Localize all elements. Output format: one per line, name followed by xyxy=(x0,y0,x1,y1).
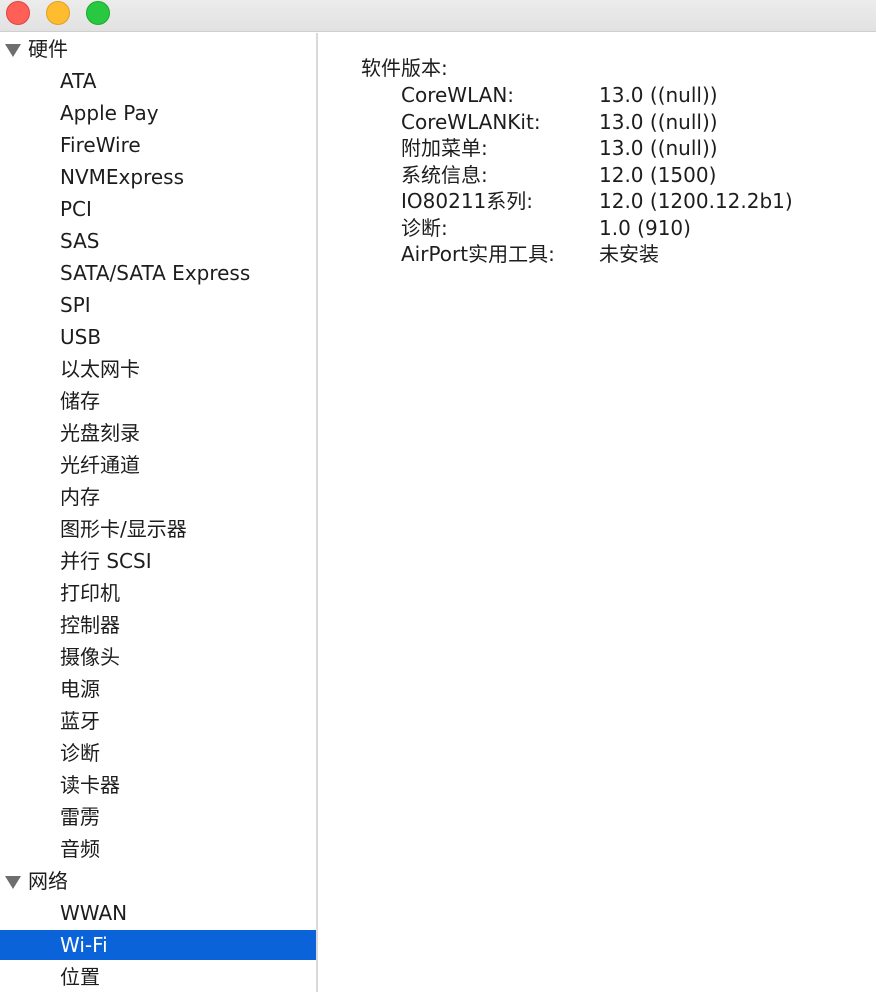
sidebar-item-label: NVMExpress xyxy=(60,165,184,189)
section-title: 软件版本: xyxy=(361,56,448,80)
sidebar-item[interactable]: 电源 xyxy=(0,674,316,704)
sidebar-item-label: SPI xyxy=(60,293,91,317)
info-key: 诊断: xyxy=(401,215,448,240)
info-value: 13.0 ((null)) xyxy=(599,109,718,134)
sidebar-item[interactable]: Wi-Fi xyxy=(0,930,316,960)
sidebar-item[interactable]: 打印机 xyxy=(0,578,316,608)
info-row: 系统信息: 12.0 (1500) xyxy=(401,162,871,188)
sidebar-item[interactable]: WWAN xyxy=(0,898,316,928)
sidebar-item-label: 以太网卡 xyxy=(60,357,140,381)
close-window-button[interactable] xyxy=(6,1,30,25)
sidebar-item[interactable]: 读卡器 xyxy=(0,770,316,800)
sidebar-item[interactable]: FireWire xyxy=(0,130,316,160)
zoom-window-button[interactable] xyxy=(86,1,110,25)
detail-pane: 软件版本: CoreWLAN: 13.0 ((null)) CoreWLANKit:… xyxy=(318,33,876,992)
sidebar-item-label: FireWire xyxy=(60,133,141,157)
sidebar-item[interactable]: NVMExpress xyxy=(0,162,316,192)
sidebar-item-label: PCI xyxy=(60,197,92,221)
sidebar-item-label: 打印机 xyxy=(60,581,120,605)
info-key: CoreWLANKit: xyxy=(401,109,541,134)
sidebar-item-label: 光盘刻录 xyxy=(60,421,140,445)
sidebar-item-label: 电源 xyxy=(60,677,100,701)
disclosure-triangle-icon[interactable] xyxy=(5,44,21,57)
sidebar-item-label: 位置 xyxy=(60,965,100,989)
window-titlebar xyxy=(0,0,876,32)
sidebar-item-label: WWAN xyxy=(60,901,128,925)
sidebar-item-label: 储存 xyxy=(60,389,100,413)
sidebar-item-label: 雷雳 xyxy=(60,805,100,829)
info-value: 13.0 ((null)) xyxy=(599,136,718,160)
info-key: 系统信息: xyxy=(401,162,488,187)
info-key: IO80211系列: xyxy=(401,189,534,213)
sidebar-item-label: 音频 xyxy=(60,837,100,861)
sidebar-item-label: 并行 SCSI xyxy=(60,549,152,573)
sidebar-item-label: SATA/SATA Express xyxy=(60,261,251,285)
info-value: 1.0 (910) xyxy=(599,215,691,240)
sidebar-item[interactable]: SATA/SATA Express xyxy=(0,258,316,288)
sidebar-item[interactable]: USB xyxy=(0,322,316,352)
info-row: 附加菜单: 13.0 ((null)) xyxy=(401,135,871,161)
sidebar-item[interactable]: 储存 xyxy=(0,386,316,416)
info-row: CoreWLAN: 13.0 ((null)) xyxy=(401,82,871,108)
sidebar-item[interactable]: Apple Pay xyxy=(0,98,316,128)
sidebar-item-label: 诊断 xyxy=(60,741,100,765)
info-row: CoreWLANKit: 13.0 ((null)) xyxy=(401,109,871,135)
sidebar-item-label: 内存 xyxy=(60,485,100,509)
sidebar-item[interactable]: 并行 SCSI xyxy=(0,546,316,576)
sidebar-item[interactable]: 位置 xyxy=(0,962,316,992)
sidebar-item[interactable]: 内存 xyxy=(0,482,316,512)
sidebar-item[interactable]: SAS xyxy=(0,226,316,256)
sidebar-item-label: 读卡器 xyxy=(60,773,120,797)
sidebar-item[interactable]: PCI xyxy=(0,194,316,224)
info-key: CoreWLAN: xyxy=(401,83,515,107)
sidebar-item-label: 蓝牙 xyxy=(60,709,100,733)
info-value: 12.0 (1200.12.2b1) xyxy=(599,189,793,213)
minimize-window-button[interactable] xyxy=(46,1,70,25)
info-row: IO80211系列: 12.0 (1200.12.2b1) xyxy=(401,188,871,214)
sidebar-item[interactable]: 诊断 xyxy=(0,738,316,768)
disclosure-triangle-icon[interactable] xyxy=(5,876,21,889)
info-row: AirPort实用工具: 未安装 xyxy=(401,241,871,267)
sidebar-item[interactable]: 控制器 xyxy=(0,610,316,640)
sidebar-item-label: 图形卡/显示器 xyxy=(60,517,187,541)
sidebar-item-label: ATA xyxy=(60,69,97,93)
sidebar-item[interactable]: 摄像头 xyxy=(0,642,316,672)
sidebar-item[interactable]: 蓝牙 xyxy=(0,706,316,736)
sidebar-item-label: SAS xyxy=(60,229,100,253)
info-value: 12.0 (1500) xyxy=(599,162,717,187)
sidebar-item[interactable]: 光纤通道 xyxy=(0,450,316,480)
sidebar-group-label: 网络 xyxy=(28,869,68,893)
info-key: 附加菜单: xyxy=(401,136,488,160)
sidebar-item[interactable]: 光盘刻录 xyxy=(0,418,316,448)
sidebar-group-label: 硬件 xyxy=(28,37,68,61)
sidebar-item[interactable]: 图形卡/显示器 xyxy=(0,514,316,544)
sidebar-tree: 硬件 ATA Apple Pay FireWire NVMExpress PCI SAS SA… xyxy=(0,33,316,992)
sidebar-item[interactable]: SPI xyxy=(0,290,316,320)
sidebar-item[interactable]: 雷雳 xyxy=(0,802,316,832)
info-row: 诊断: 1.0 (910) xyxy=(401,215,871,241)
info-key: AirPort实用工具: xyxy=(401,242,555,266)
sidebar-group[interactable]: 网络 xyxy=(0,866,316,896)
sidebar-item-label: Wi-Fi xyxy=(60,933,108,957)
info-value: 未安装 xyxy=(599,242,659,266)
sidebar-item-label: Apple Pay xyxy=(60,101,159,125)
info-value: 13.0 ((null)) xyxy=(599,83,718,107)
sidebar-item[interactable]: 音频 xyxy=(0,834,316,864)
sidebar-item[interactable]: ATA xyxy=(0,66,316,96)
sidebar-group[interactable]: 硬件 xyxy=(0,34,316,64)
sidebar-item-label: 控制器 xyxy=(60,613,120,637)
sidebar-item-label: 摄像头 xyxy=(60,645,120,669)
sidebar-item-label: USB xyxy=(60,325,102,349)
sidebar-item[interactable]: 以太网卡 xyxy=(0,354,316,384)
sidebar-item-label: 光纤通道 xyxy=(60,453,140,477)
